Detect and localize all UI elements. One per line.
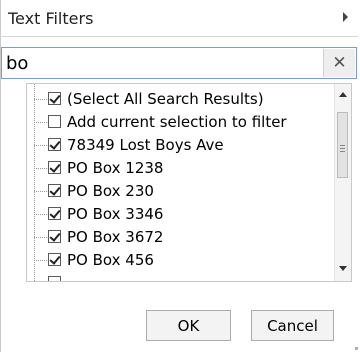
checkbox[interactable] <box>48 161 61 174</box>
tree-connector <box>34 237 47 238</box>
tree-connector <box>34 260 47 261</box>
clear-search-button[interactable]: ✕ <box>323 49 355 77</box>
tree-connector <box>34 99 47 100</box>
list-item[interactable]: PO Box 230 <box>27 180 317 204</box>
checkmark-icon <box>49 161 61 173</box>
list-item-label: PO Box 1238 <box>67 159 164 177</box>
checkbox[interactable] <box>48 276 61 281</box>
checkmark-icon <box>49 253 61 265</box>
tree-connector <box>34 122 47 123</box>
resize-grip-icon[interactable] <box>355 347 358 350</box>
list-item[interactable]: PO Box 456 <box>27 249 317 273</box>
checkbox[interactable] <box>48 253 61 266</box>
list-item-label: Add current selection to filter <box>67 113 287 131</box>
scrollbar-grip-icon <box>340 151 345 152</box>
search-input[interactable] <box>6 51 316 75</box>
checkbox[interactable] <box>48 207 61 220</box>
checkbox[interactable] <box>48 138 61 151</box>
scrollbar-grip-icon <box>340 145 345 146</box>
list-item[interactable]: 78349 Lost Boys Ave <box>27 134 317 158</box>
list-item-add-selection[interactable]: Add current selection to filter <box>27 111 317 135</box>
checkmark-icon <box>49 138 61 150</box>
checkbox[interactable] <box>48 184 61 197</box>
list-item-label: PO Box 3346 <box>67 205 164 223</box>
list-item[interactable]: PO Box 3346 <box>27 203 317 227</box>
checkbox[interactable] <box>48 230 61 243</box>
tree-connector <box>34 168 47 169</box>
list-item-select-all[interactable]: (Select All Search Results) <box>27 88 317 112</box>
tree-connector <box>34 214 47 215</box>
list-item-label: PO Box 230 <box>67 182 154 200</box>
scrollbar-thumb[interactable] <box>337 112 348 178</box>
scrollbar-grip-icon <box>340 148 345 149</box>
list-item[interactable]: PO Box 3672 <box>27 226 317 250</box>
close-icon: ✕ <box>332 53 347 73</box>
tree-connector <box>34 145 47 146</box>
checkmark-icon <box>49 92 61 104</box>
list-item-label: PO Box 456 <box>67 251 154 269</box>
text-filters-label: Text Filters <box>8 8 94 28</box>
cancel-button[interactable]: Cancel <box>251 310 334 341</box>
scroll-down-arrow-icon[interactable] <box>339 266 347 271</box>
text-filters-menu-item[interactable]: Text Filters <box>0 0 358 37</box>
search-box[interactable]: ✕ <box>1 47 357 79</box>
list-item-partial[interactable] <box>27 272 317 281</box>
list-item[interactable]: PO Box 1238 <box>27 157 317 181</box>
filter-panel: Text Filters ✕ (Select All Search Result… <box>0 0 360 352</box>
filter-values-list[interactable]: (Select All Search Results) Add current … <box>26 83 352 282</box>
checkmark-icon <box>49 184 61 196</box>
list-item-label: PO Box 3672 <box>67 228 164 246</box>
list-item-label: (Select All Search Results) <box>67 90 264 108</box>
ok-button[interactable]: OK <box>146 310 231 341</box>
checkmark-icon <box>49 230 61 242</box>
checkbox[interactable] <box>48 115 61 128</box>
submenu-arrow-icon <box>343 12 348 22</box>
list-scrollbar[interactable] <box>334 84 351 281</box>
checkbox[interactable] <box>48 92 61 105</box>
checkmark-icon <box>49 207 61 219</box>
tree-connector <box>34 191 47 192</box>
list-item-label: 78349 Lost Boys Ave <box>67 136 224 154</box>
scroll-up-arrow-icon[interactable] <box>339 92 347 97</box>
